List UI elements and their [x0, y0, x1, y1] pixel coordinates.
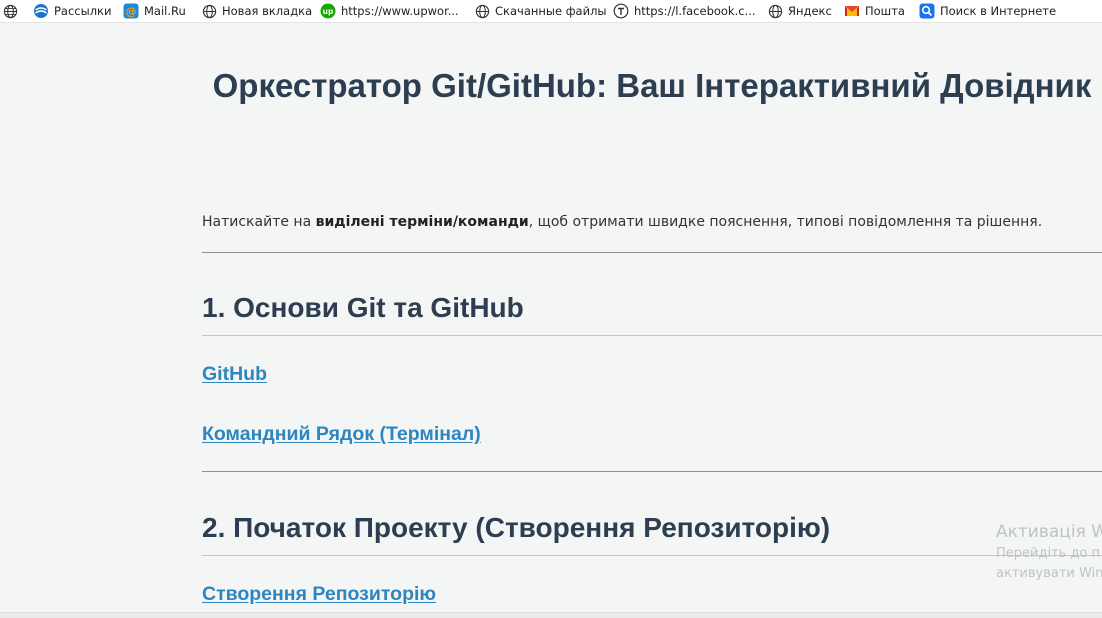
intro-bold: виділені терміни/команди: [315, 214, 529, 230]
bookmark-label: https://www.upwor...: [341, 4, 459, 18]
bookmark-new-tab[interactable]: Новая вкладка: [201, 2, 312, 20]
tumblr-like-icon: [613, 3, 629, 19]
bookmark-mailru[interactable]: @ Mail.Ru: [123, 2, 186, 20]
section-title: 1. Основи Git та GitHub: [202, 292, 524, 323]
bookmark-yandex[interactable]: Яндекс: [767, 2, 832, 20]
bottom-edge: [0, 612, 1102, 618]
svg-text:@: @: [126, 5, 137, 18]
globe-icon: [767, 3, 783, 19]
bookmark-label: https://l.facebook.c...: [634, 4, 756, 18]
upwork-icon: up: [320, 3, 336, 19]
globe-icon: [201, 3, 217, 19]
intro-prefix: Натискайте на: [202, 214, 316, 230]
bookmark-mail[interactable]: Пошта: [844, 2, 905, 20]
bookmark-search[interactable]: Поиск в Интернете: [919, 2, 1056, 20]
bookmark-label: Mail.Ru: [144, 4, 186, 18]
search-icon: [919, 3, 935, 19]
bookmark-mailing[interactable]: Рассылки: [33, 2, 111, 20]
bookmarks-bar: Рассылки @ Mail.Ru Новая вкладка up http…: [0, 0, 1102, 23]
gmail-icon: [844, 3, 860, 19]
bookmark-label: Новая вкладка: [222, 4, 313, 18]
intro-text: Натискайте на виділені терміни/команди, …: [202, 214, 1042, 230]
globe-icon: [2, 3, 18, 19]
divider: [202, 471, 1102, 472]
bookmark-facebook[interactable]: https://l.facebook.c...: [613, 2, 756, 20]
bookmark-globe[interactable]: [2, 2, 18, 20]
section-underline: [202, 335, 1102, 336]
term-link-github[interactable]: GitHub: [202, 363, 267, 386]
windows-activation-watermark: Активація Wi Перейдіть до п активувати W…: [996, 520, 1102, 584]
section-title: 2. Початок Проекту (Створення Репозиторі…: [202, 512, 831, 543]
term-link-command-line[interactable]: Командний Рядок (Термінал): [202, 423, 481, 446]
bookmark-downloads[interactable]: Скачанные файлы: [474, 2, 607, 20]
bookmark-label: Скачанные файлы: [495, 4, 607, 18]
watermark-title: Активація Wi: [996, 522, 1102, 542]
bookmark-upwork[interactable]: up https://www.upwor...: [320, 2, 459, 20]
mailing-icon: [33, 3, 49, 19]
term-link-create-repo[interactable]: Створення Репозиторію: [202, 583, 436, 606]
watermark-line: активувати Win: [996, 566, 1102, 581]
intro-suffix: , щоб отримати швидке пояснення, типові …: [528, 214, 1043, 230]
watermark-line: Перейдіть до п: [996, 546, 1101, 561]
svg-text:up: up: [323, 7, 334, 16]
bookmark-label: Пошта: [865, 4, 905, 18]
page-title: Оркестратор Git/GitHub: Ваш Інтерактивни…: [212, 67, 1092, 104]
divider: [202, 252, 1102, 253]
globe-icon: [474, 3, 490, 19]
bookmark-label: Поиск в Интернете: [940, 4, 1057, 18]
bookmark-label: Рассылки: [54, 4, 112, 18]
bookmark-label: Яндекс: [788, 4, 832, 18]
mailru-icon: @: [123, 3, 139, 19]
section-underline: [202, 555, 1102, 556]
